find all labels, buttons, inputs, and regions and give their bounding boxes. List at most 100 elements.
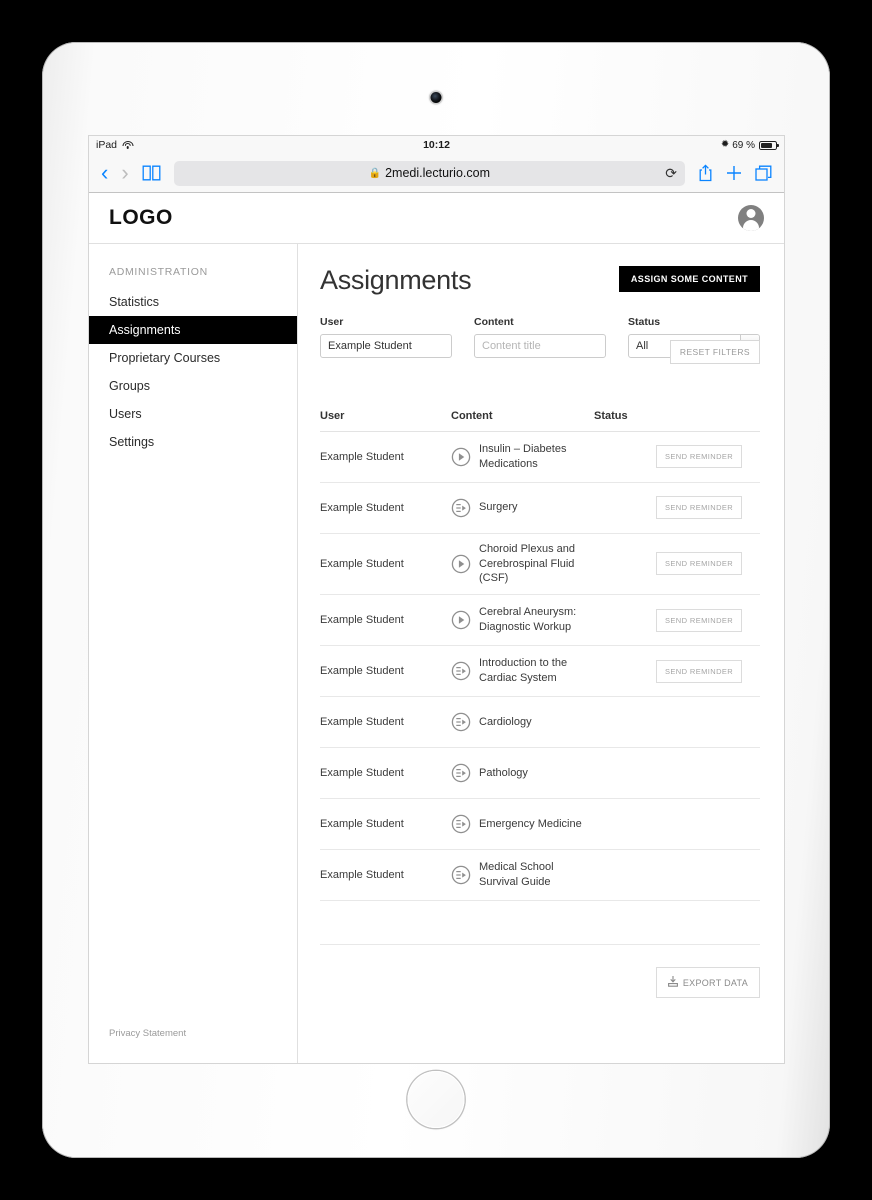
cell-content: Medical School Survival Guide — [451, 860, 594, 890]
send-reminder-button[interactable]: SEND REMINDER — [656, 496, 743, 520]
content-title[interactable]: Medical School Survival Guide — [479, 860, 594, 890]
cell-user: Example Student — [320, 716, 404, 729]
table-row[interactable]: Example Student Choroid Plexus and Cerebr… — [320, 534, 760, 596]
status-bar-right: ✹ 69 % — [720, 139, 779, 151]
video-play-icon — [451, 610, 471, 630]
reset-filters-button[interactable]: RESET FILTERS — [669, 340, 760, 364]
content-title[interactable]: Choroid Plexus and Cerebrospinal Fluid (… — [479, 542, 594, 587]
send-reminder-button[interactable]: SEND REMINDER — [656, 445, 743, 469]
column-header-content: Content — [451, 409, 493, 422]
table-row[interactable]: Example Student Surgery SEND REMINDER — [320, 483, 760, 534]
user-filter-input[interactable] — [320, 333, 452, 358]
course-playlist-icon — [451, 661, 471, 681]
content-title[interactable]: Surgery — [479, 500, 518, 515]
content-filter: Content — [474, 316, 606, 358]
back-icon[interactable]: ‹ — [101, 162, 108, 184]
send-reminder-button[interactable]: SEND REMINDER — [656, 659, 743, 683]
front-camera-icon — [430, 92, 442, 103]
table-row[interactable]: Example Student Emergency Medicine — [320, 799, 760, 851]
cell-content: Cerebral Aneurysm: Diagnostic Workup — [451, 605, 594, 635]
export-data-label: EXPORT DATA — [682, 977, 748, 988]
reload-icon[interactable]: ⟳ — [665, 166, 677, 180]
forward-icon[interactable]: › — [121, 162, 128, 184]
sidebar-item-users[interactable]: Users — [89, 400, 297, 428]
url-text: 2medi.lecturio.com — [385, 166, 490, 180]
content-title[interactable]: Cerebral Aneurysm: Diagnostic Workup — [479, 605, 594, 635]
cell-action: SEND REMINDER — [656, 552, 760, 576]
table-body: Example Student Insulin – Diabetes Medica… — [320, 432, 760, 902]
carrier-label: iPad — [96, 139, 118, 151]
cell-user: Example Student — [320, 450, 404, 463]
content-title[interactable]: Pathology — [479, 766, 528, 781]
sidebar-item-groups[interactable]: Groups — [89, 372, 297, 400]
assign-some-content-button[interactable]: ASSIGN SOME CONTENT — [618, 266, 760, 292]
plus-icon[interactable] — [726, 165, 742, 181]
user-avatar-icon[interactable] — [738, 205, 764, 231]
content-filter-label: Content — [474, 315, 514, 328]
main-content: Assignments ASSIGN SOME CONTENT User Con… — [298, 244, 784, 1063]
page-title-row: Assignments ASSIGN SOME CONTENT — [320, 265, 760, 296]
sidebar-item-proprietary-courses[interactable]: Proprietary Courses — [89, 344, 297, 372]
content-filter-input[interactable] — [474, 333, 606, 358]
content-title[interactable]: Emergency Medicine — [479, 817, 582, 832]
column-header-user: User — [320, 409, 345, 422]
course-playlist-icon — [451, 814, 471, 834]
cell-content: Cardiology — [451, 712, 594, 732]
course-playlist-icon — [451, 865, 471, 885]
cell-action: SEND REMINDER — [656, 608, 760, 632]
table-row[interactable]: Example Student Pathology — [320, 748, 760, 800]
video-play-icon — [451, 447, 471, 467]
export-icon — [667, 976, 678, 989]
content-title[interactable]: Introduction to the Cardiac System — [479, 656, 594, 686]
clock-label: 10:12 — [423, 139, 450, 151]
battery-icon — [759, 140, 779, 150]
lock-icon: 🔒 — [368, 167, 382, 179]
table-row[interactable]: Example Student Cardiology — [320, 697, 760, 749]
home-button[interactable] — [407, 1071, 465, 1128]
address-bar[interactable]: 🔒 2medi.lecturio.com ⟳ — [173, 160, 685, 186]
cell-user: Example Student — [320, 614, 404, 627]
app-logo[interactable]: LOGO — [109, 206, 173, 230]
sidebar-item-assignments[interactable]: Assignments — [89, 316, 297, 344]
table-empty-row — [320, 901, 760, 946]
cell-action: SEND REMINDER — [656, 659, 760, 683]
sidebar-item-settings[interactable]: Settings — [89, 428, 297, 456]
battery-percent-label: 69 % — [732, 139, 755, 151]
send-reminder-button[interactable]: SEND REMINDER — [656, 608, 743, 632]
course-playlist-icon — [451, 498, 471, 518]
bookmarks-icon[interactable] — [142, 165, 161, 181]
table-row[interactable]: Example Student Cerebral Aneurysm: Diagno… — [320, 595, 760, 647]
cell-content: Emergency Medicine — [451, 814, 594, 834]
tabs-icon[interactable] — [755, 165, 772, 182]
app-header: LOGO — [89, 193, 784, 244]
cell-action: SEND REMINDER — [656, 496, 760, 520]
safari-toolbar: ‹ › 🔒 2medi.lecturio.com ⟳ — [89, 154, 784, 193]
page-title: Assignments — [320, 265, 472, 295]
course-playlist-icon — [451, 712, 471, 732]
table-row[interactable]: Example Student Medical School Survival G… — [320, 850, 760, 902]
table-row[interactable]: Example Student Introduction to the Cardi… — [320, 646, 760, 698]
share-icon[interactable] — [698, 164, 713, 182]
send-reminder-button[interactable]: SEND REMINDER — [656, 552, 743, 576]
export-data-button[interactable]: EXPORT DATA — [655, 967, 760, 999]
wifi-icon — [122, 140, 134, 150]
video-play-icon — [451, 554, 471, 574]
cell-user: Example Student — [320, 767, 404, 780]
user-filter-label: User — [320, 315, 344, 328]
bluetooth-icon: ✹ — [720, 139, 730, 150]
sidebar-item-statistics[interactable]: Statistics — [89, 288, 297, 316]
privacy-statement-link[interactable]: Privacy Statement — [109, 1028, 186, 1039]
content-title[interactable]: Cardiology — [479, 715, 532, 730]
table-row[interactable]: Example Student Insulin – Diabetes Medica… — [320, 432, 760, 483]
assignments-table: User Content Status Example Student Insul… — [320, 410, 760, 946]
cell-content: Surgery — [451, 498, 594, 518]
content-title[interactable]: Insulin – Diabetes Medications — [479, 442, 594, 472]
cell-content: Choroid Plexus and Cerebrospinal Fluid (… — [451, 542, 594, 587]
cell-user: Example Student — [320, 557, 404, 570]
device-screen: iPad 10:12 ✹ 69 % ‹ › 🔒 2medi.lecturio.c… — [89, 136, 784, 1063]
sidebar: ADMINISTRATION Statistics Assignments Pr… — [89, 244, 298, 1063]
ios-status-bar: iPad 10:12 ✹ 69 % — [89, 136, 784, 154]
cell-content: Introduction to the Cardiac System — [451, 656, 594, 686]
column-header-status: Status — [594, 409, 628, 422]
sidebar-section-title: ADMINISTRATION — [109, 266, 208, 278]
